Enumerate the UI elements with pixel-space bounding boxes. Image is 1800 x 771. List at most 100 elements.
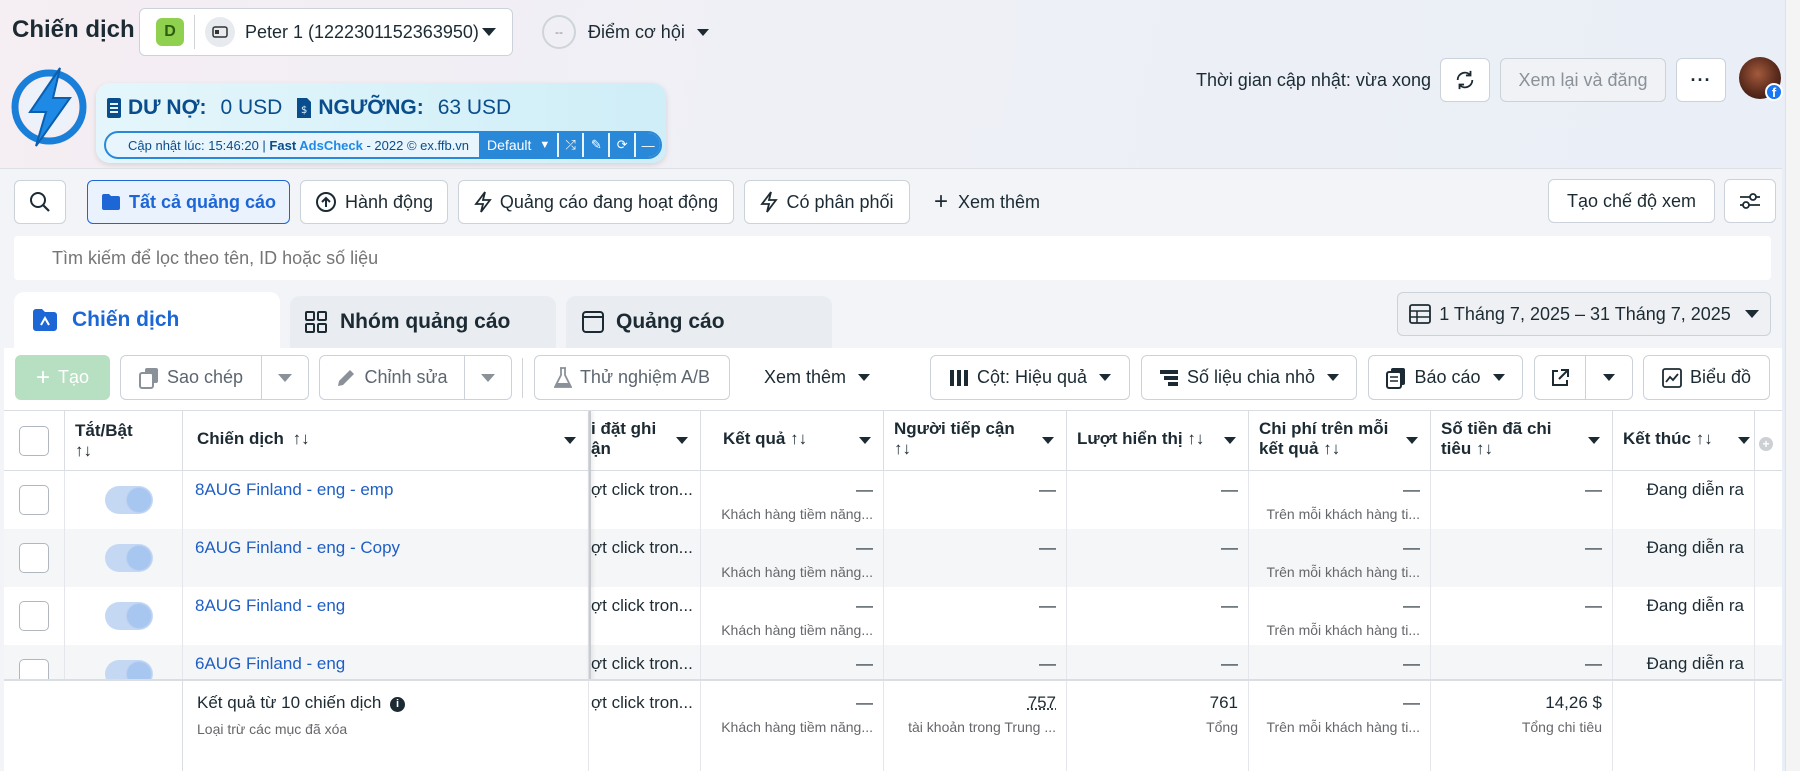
cell-value: —: [1039, 596, 1056, 615]
column-header-results[interactable]: Kết quả ↑↓: [701, 411, 884, 471]
filter-actions[interactable]: Hành động: [300, 180, 448, 224]
export-dropdown-button[interactable]: [1585, 355, 1633, 400]
reports-button[interactable]: Báo cáo: [1368, 355, 1523, 400]
column-header-add[interactable]: +: [1755, 411, 1782, 471]
vertical-scrollbar[interactable]: [1785, 0, 1800, 771]
cell-value: —: [1585, 538, 1602, 557]
columns-icon: [949, 369, 968, 386]
campaign-name-link[interactable]: 6AUG Finland - eng: [195, 654, 345, 673]
column-cost-line1: Chi phí trên mỗi: [1259, 419, 1389, 438]
column-header-attribution[interactable]: i đặt ghi ận: [589, 411, 701, 471]
reports-button-label: Báo cáo: [1414, 367, 1481, 387]
cell-reach: —: [884, 587, 1067, 645]
charts-button[interactable]: Biểu đồ: [1643, 355, 1770, 400]
page-title: Chiến dịch: [12, 16, 135, 43]
settings-sliders-button[interactable]: [1724, 179, 1776, 223]
row-checkbox[interactable]: [19, 601, 49, 631]
cell-results: — Khách hàng tiềm năng...: [701, 471, 884, 529]
column-header-impressions[interactable]: Lượt hiển thị ↑↓: [1067, 411, 1249, 471]
cell-ends: Đang diễn ra: [1613, 587, 1755, 645]
sync-button[interactable]: ⟳: [610, 133, 635, 157]
account-selector[interactable]: D Peter 1 (1222301152363950): [139, 8, 513, 56]
cell-value: —: [1221, 480, 1238, 499]
edit-button[interactable]: Chỉnh sửa: [319, 355, 465, 400]
review-publish-button[interactable]: Xem lại và đăng: [1500, 58, 1666, 102]
ab-test-button[interactable]: Thử nghiệm A/B: [534, 355, 730, 400]
cell-value: —: [1403, 538, 1420, 557]
campaign-toggle[interactable]: [105, 602, 153, 630]
summary-reach-sub: tài khoản trong Trung ...: [908, 719, 1056, 735]
row-checkbox[interactable]: [19, 485, 49, 515]
filter-has-delivery-label: Có phân phối: [786, 191, 894, 212]
create-view-button[interactable]: Tạo chế độ xem: [1548, 179, 1715, 223]
column-header-ends[interactable]: Kết thúc ↑↓: [1613, 411, 1755, 471]
refresh-button[interactable]: [1440, 58, 1490, 102]
summary-attribution: ợt click tron...: [589, 681, 701, 771]
export-button[interactable]: [1534, 355, 1586, 400]
table-row[interactable]: 8AUG Finland - eng - emp ợt click tron...…: [4, 471, 1782, 529]
sliders-icon: [1740, 193, 1760, 209]
tab-ads[interactable]: Quảng cáo: [566, 296, 832, 348]
summary-spent-cell: 14,26 $ Tổng chi tiêu: [1431, 681, 1613, 771]
edit-button[interactable]: ✎: [584, 133, 609, 157]
breakdown-button[interactable]: Số liệu chia nhỏ: [1141, 355, 1357, 400]
edit-dropdown-button[interactable]: [464, 355, 512, 400]
campaign-name-link[interactable]: 6AUG Finland - eng - Copy: [195, 538, 400, 557]
row-checkbox[interactable]: [19, 543, 49, 573]
cell-spent: —: [1431, 471, 1613, 529]
cell-value: —: [1403, 596, 1420, 615]
last-update: Cập nhật lúc: 15:46:20 |: [128, 137, 270, 153]
see-more-filters[interactable]: + Xem thêm: [934, 180, 1040, 224]
column-header-cost-per-result[interactable]: Chi phí trên mỗi kết quả ↑↓: [1249, 411, 1431, 471]
chevron-down-icon: [1099, 374, 1112, 381]
lightning-logo: [8, 62, 90, 148]
tab-ad-sets[interactable]: Nhóm quảng cáo: [290, 296, 556, 348]
tab-campaigns-label: Chiến dịch: [72, 308, 180, 331]
column-header-reach[interactable]: Người tiếp cận ↑↓: [884, 411, 1067, 471]
campaign-name-link[interactable]: 8AUG Finland - eng - emp: [195, 480, 393, 499]
minimize-button[interactable]: —: [636, 133, 660, 157]
chevron-down-icon: ▼: [539, 139, 551, 151]
toolbar-see-more[interactable]: Xem thêm: [764, 355, 871, 400]
summary-spent: 14,26 $: [1545, 693, 1602, 712]
chevron-down-icon: [1744, 310, 1759, 318]
column-header-toggle[interactable]: Tắt/Bật ↑↓: [65, 411, 183, 471]
column-header-amount-spent[interactable]: Số tiền đã chi tiêu ↑↓: [1431, 411, 1613, 471]
toolbar-divider: [522, 358, 523, 398]
chevron-down-icon: [1406, 437, 1418, 444]
filter-active-ads[interactable]: Quảng cáo đang hoạt động: [458, 180, 734, 224]
avatar[interactable]: f: [1739, 57, 1783, 101]
opportunity-score[interactable]: -- Điểm cơ hội: [542, 14, 709, 50]
shuffle-button[interactable]: ⤮: [558, 133, 583, 157]
summary-reach[interactable]: 757: [894, 693, 1056, 713]
table-row[interactable]: 8AUG Finland - eng ợt click tron... — Khách…: [4, 587, 1782, 645]
select-all-checkbox[interactable]: [19, 426, 49, 456]
filter-all-ads[interactable]: Tất cả quảng cáo: [87, 180, 290, 224]
table-row[interactable]: 6AUG Finland - eng - Copy ợt click tron..…: [4, 529, 1782, 587]
create-button[interactable]: + Tạo: [15, 355, 110, 400]
info-icon[interactable]: i: [390, 696, 406, 712]
copy-dropdown-button[interactable]: [261, 355, 309, 400]
campaign-toggle[interactable]: [105, 544, 153, 572]
copy-button[interactable]: Sao chép: [120, 355, 262, 400]
column-header-campaign[interactable]: Chiến dịch ↑↓: [183, 411, 589, 471]
account-card-icon: [205, 17, 235, 47]
cell-name: 8AUG Finland - eng: [183, 587, 589, 645]
filter-has-delivery[interactable]: Có phân phối: [744, 180, 910, 224]
lightning-outline-icon: [760, 191, 779, 213]
cell-subtext: Khách hàng tiềm năng...: [721, 564, 873, 580]
profile-dropdown[interactable]: Default ▼: [479, 133, 557, 157]
copy-icon: [138, 367, 158, 389]
search-button[interactable]: [14, 180, 66, 224]
cell-name: 6AUG Finland - eng - Copy: [183, 529, 589, 587]
search-input[interactable]: [14, 236, 1771, 280]
cell-reach: —: [884, 529, 1067, 587]
tab-campaigns[interactable]: Chiến dịch: [14, 292, 280, 348]
campaign-folder-icon: [33, 309, 57, 331]
column-spent-line1: Số tiền đã chi: [1441, 419, 1552, 438]
columns-button[interactable]: Cột: Hiệu quả: [930, 355, 1130, 400]
campaign-name-link[interactable]: 8AUG Finland - eng: [195, 596, 345, 615]
more-options-button[interactable]: ···: [1676, 58, 1726, 102]
date-range-picker[interactable]: 1 Tháng 7, 2025 – 31 Tháng 7, 2025: [1397, 292, 1771, 336]
campaign-toggle[interactable]: [105, 486, 153, 514]
